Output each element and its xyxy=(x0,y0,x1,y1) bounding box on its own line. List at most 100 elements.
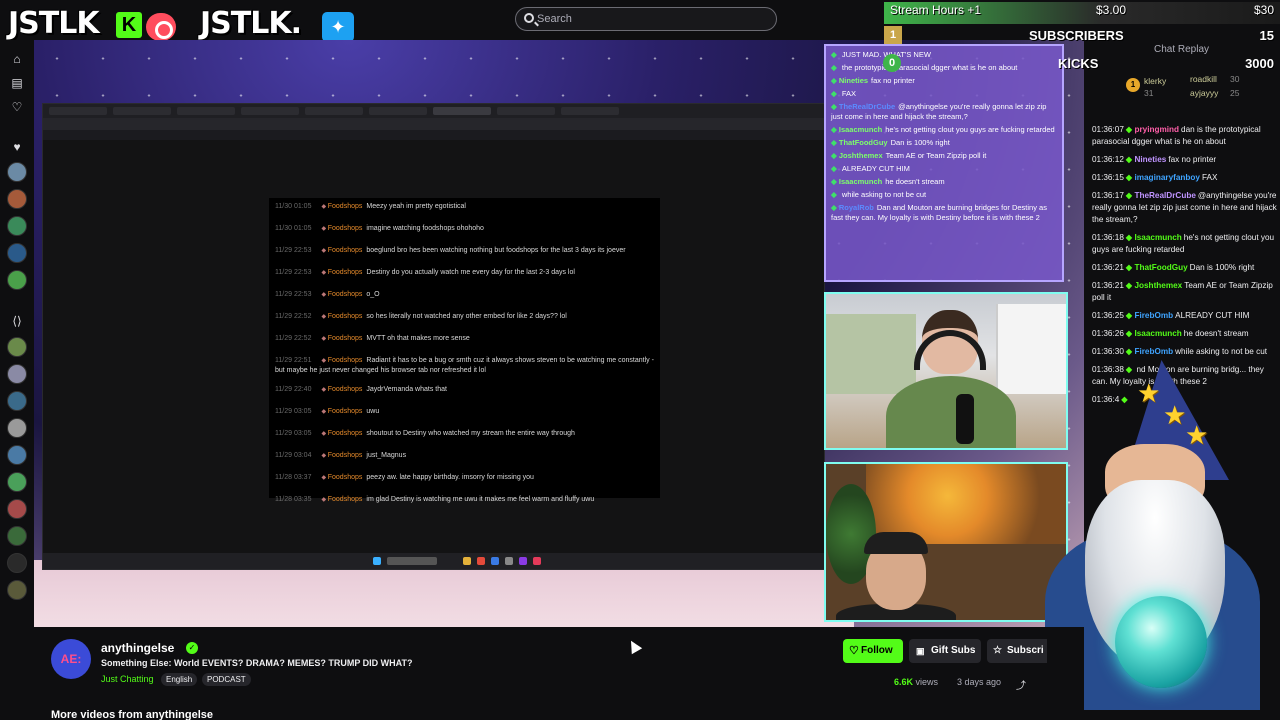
share-icon[interactable]: ⤴ xyxy=(1016,677,1026,692)
chat-message-row: 01:36:18Isaacmunchhe's not getting clout… xyxy=(1092,232,1280,256)
channel-avatar[interactable] xyxy=(7,162,27,182)
chat-username[interactable]: FirebOmb xyxy=(1126,311,1173,320)
channel-avatar[interactable] xyxy=(7,472,27,492)
chat-username xyxy=(831,63,839,72)
channel-avatar[interactable] xyxy=(7,499,27,519)
search-input[interactable]: Search xyxy=(515,7,777,31)
followed-channels-icon[interactable]: ♥ xyxy=(8,138,26,156)
twitter-bird-icon: ✦ xyxy=(322,12,354,42)
stream-title: Something Else: World EVENTS? DRAMA? MEM… xyxy=(101,658,413,668)
channel-avatar[interactable]: AE: xyxy=(51,639,91,679)
screen-chat-row: 11/29 03:05 Foodshops uwu xyxy=(275,407,654,417)
chat-message: Meezy yeah im pretty egotistical xyxy=(366,203,466,210)
gift-count-badge: 1 xyxy=(1126,78,1140,92)
chat-message: ALREADY CUT HIM xyxy=(1175,311,1250,320)
chat-message: he's not getting clout you guys are fuck… xyxy=(885,125,1055,134)
chat-timestamp: 11/29 22:53 xyxy=(275,269,312,276)
overlay-chat-row: TheRealDrCube@anythingelse you're really… xyxy=(831,102,1057,122)
chat-message: o_O xyxy=(366,291,380,298)
channel-avatar[interactable] xyxy=(7,189,27,209)
star-icon: ★ xyxy=(1163,400,1187,430)
chat-username[interactable]: Isaacmunch xyxy=(1126,233,1182,242)
category-link[interactable]: Just Chatting xyxy=(101,674,154,684)
chat-message-row: 01:36:17TheRealDrCube@anythingelse you'r… xyxy=(1092,190,1280,226)
chat-username xyxy=(831,164,839,173)
star-icon: ★ xyxy=(1137,378,1161,408)
chat-message: imagine watching foodshops ohohoho xyxy=(366,225,484,232)
channel-avatar[interactable] xyxy=(7,216,27,236)
channel-avatar[interactable] xyxy=(7,580,27,600)
chat-timestamp: 01:36:26 xyxy=(1092,329,1124,338)
following-heart-icon[interactable]: ♡ xyxy=(8,98,26,116)
chat-timestamp: 01:36:21 xyxy=(1092,263,1124,272)
kick-logo-icon: K xyxy=(116,12,142,38)
gift-subs-button[interactable]: Gift Subs xyxy=(909,639,981,663)
video-player[interactable]: 11/30 01:05 Foodshops Meezy yeah im pretty… xyxy=(34,40,1084,627)
screen-chat-row: 11/29 22:52 Foodshops MVTT oh that makes m… xyxy=(275,334,654,344)
views-number: 6.6K xyxy=(894,677,914,687)
gifter-count: 25 xyxy=(1230,88,1240,98)
chat-username: Foodshops xyxy=(321,203,362,210)
home-icon[interactable]: ⌂ xyxy=(8,50,26,68)
chat-username[interactable]: pryingmind xyxy=(1126,125,1179,134)
stream-hours-total: $30 xyxy=(1253,3,1274,17)
crystal-ball-icon xyxy=(1115,596,1207,688)
chat-timestamp: 11/30 01:05 xyxy=(275,225,312,232)
chat-timestamp: 11/29 22:53 xyxy=(275,247,312,254)
chat-username[interactable]: FirebOmb xyxy=(1126,347,1173,356)
chat-username: Foodshops xyxy=(321,225,362,232)
channel-avatar[interactable] xyxy=(7,418,27,438)
host-person xyxy=(886,376,1016,448)
views-label: views xyxy=(915,677,939,687)
browse-icon[interactable]: ▤ xyxy=(8,74,26,92)
chat-username[interactable]: ThatFoodGuy xyxy=(1126,263,1188,272)
chat-message-row: 01:36:30FirebOmbwhile asking to not be c… xyxy=(1092,346,1280,358)
overlay-chat-row: ALREADY CUT HIM xyxy=(831,164,1057,174)
screen-chat-row: 11/30 01:05 Foodshops Meezy yeah im pretty… xyxy=(275,202,654,212)
chat-username: ThatFoodGuy xyxy=(831,138,888,147)
channel-avatar[interactable] xyxy=(7,364,27,384)
chat-username: Foodshops xyxy=(321,269,362,276)
browser-address-bar xyxy=(43,118,824,130)
channel-avatar[interactable] xyxy=(7,391,27,411)
webcam-guest xyxy=(824,462,1068,622)
tag-language[interactable]: English xyxy=(161,673,198,686)
screen-chat-row: 11/28 03:35 Foodshops im glad Destiny is w… xyxy=(275,495,654,505)
channel-avatar[interactable] xyxy=(7,445,27,465)
chat-username[interactable]: Nineties xyxy=(1126,155,1166,164)
jstlk-logo: JSTLK xyxy=(8,6,100,41)
chat-message: FAX xyxy=(841,89,857,98)
channel-name[interactable]: anythingelse xyxy=(101,641,174,655)
channel-avatar[interactable] xyxy=(7,270,27,290)
overlay-chat-row: Isaacmunchhe's not getting clout you guy… xyxy=(831,125,1057,135)
shared-screen: 11/30 01:05 Foodshops Meezy yeah im pretty… xyxy=(42,103,825,570)
chat-username: Foodshops xyxy=(321,357,362,364)
chat-username: TheRealDrCube xyxy=(831,102,895,111)
browser-bookmarks-bar xyxy=(43,130,824,140)
channel-avatar[interactable] xyxy=(7,337,27,357)
chat-username: Joshthemex xyxy=(831,151,883,160)
tag-podcast[interactable]: PODCAST xyxy=(202,673,251,686)
chat-message-row: 01:36:07pryingminddan is the prototypica… xyxy=(1092,124,1280,148)
channel-avatar[interactable] xyxy=(7,243,27,263)
chat-message: JaydrVemanda whats that xyxy=(366,386,447,393)
follow-button[interactable]: Follow xyxy=(843,639,903,663)
chat-message: he doesn't stream xyxy=(1183,329,1249,338)
channel-avatar[interactable] xyxy=(7,553,27,573)
overlay-chat-row: Isaacmunchhe doesn't stream xyxy=(831,177,1057,187)
chat-username[interactable]: TheRealDrCube xyxy=(1126,191,1196,200)
screen-chat-row: 11/29 22:53 Foodshops o_O xyxy=(275,290,654,300)
webcam-host xyxy=(824,292,1068,450)
chat-username[interactable]: imaginaryfanboy xyxy=(1126,173,1200,182)
chat-username[interactable]: Isaacmunch xyxy=(1126,329,1182,338)
subscribers-rank: 1 xyxy=(884,26,902,44)
chat-message: MVTT oh that makes more sense xyxy=(366,335,470,342)
chat-timestamp: 11/30 01:05 xyxy=(275,203,312,210)
chat-username[interactable]: Joshthemex xyxy=(1126,281,1182,290)
chat-timestamp: 01:36:21 xyxy=(1092,281,1124,290)
channel-avatar[interactable] xyxy=(7,526,27,546)
chat-timestamp: 11/29 22:40 xyxy=(275,386,312,393)
chat-message: Destiny do you actually watch me every d… xyxy=(366,269,575,276)
subscribe-button[interactable]: Subscri xyxy=(987,639,1047,663)
recommended-icon[interactable]: ⟨⟩ xyxy=(8,312,26,330)
